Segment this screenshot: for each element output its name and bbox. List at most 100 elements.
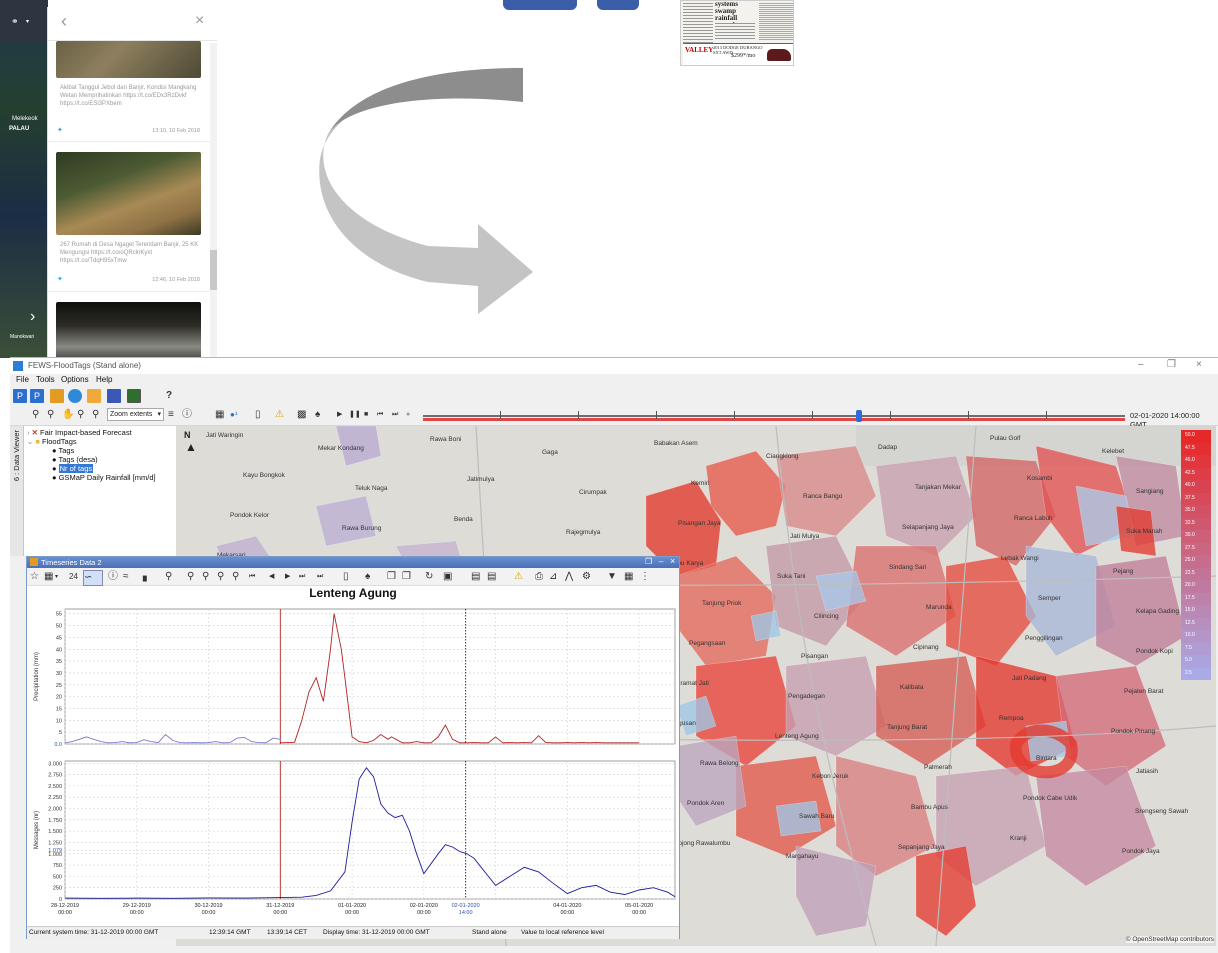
stop-icon[interactable]: ■ [364, 408, 368, 422]
info-icon[interactable]: ⓘ [108, 570, 118, 584]
legend-entry: 20.0 [1181, 580, 1211, 593]
close-icon[interactable]: × [195, 12, 204, 30]
timeseries-dialog[interactable]: Timeseries Data 2 ❐ – × ☆ ▦ ▾ 24 ∽ ⓘ ≈ ▗… [26, 556, 680, 939]
tree-node[interactable]: › ✕ Fair Impact-based Forecast [27, 428, 132, 437]
zoom-previous-icon[interactable]: ⚲ [77, 408, 84, 422]
image-icon[interactable]: ▦ [624, 570, 633, 584]
timeseries-chart[interactable]: 55 50 45 40 35 30 25 20 15 10 5 0.0 Precipitation (m… [27, 601, 679, 926]
next-block-icon[interactable]: ⏭ [299, 570, 305, 584]
step-value[interactable]: 24 [69, 570, 78, 584]
grid-icon[interactable]: ▦ [44, 570, 53, 584]
warning-icon[interactable]: ⚠ [514, 570, 523, 584]
display-icon[interactable]: ▯ [343, 570, 349, 584]
first-icon[interactable]: ⏮ [249, 570, 255, 584]
menu-file[interactable]: File [16, 375, 29, 384]
globe-icon[interactable] [68, 389, 82, 403]
tree-node-selected[interactable]: ● Nr of tags [52, 464, 94, 473]
chart-tool-icon[interactable] [50, 389, 64, 403]
tree-node[interactable]: ● Tags [52, 446, 74, 455]
person-icon[interactable]: ⚭ [11, 16, 19, 27]
filter-icon[interactable]: ▼ [607, 570, 617, 584]
star-icon[interactable]: ☆ [30, 570, 39, 584]
chevron-down-icon[interactable]: ▾ [26, 18, 29, 25]
chevron-right-icon[interactable]: › [30, 308, 35, 326]
save-all-icon[interactable]: ▤ [487, 570, 496, 584]
settings-icon[interactable]: ⚙ [582, 570, 591, 584]
warning-icon[interactable]: ⚠ [275, 408, 284, 422]
minimize-icon[interactable]: – [659, 557, 663, 566]
zoom-next-icon[interactable]: ⚲ [92, 408, 99, 422]
graph-tool-icon[interactable] [107, 389, 121, 403]
person-icon[interactable]: ♠ [365, 570, 370, 584]
tweet-image[interactable] [56, 302, 201, 358]
close-icon[interactable]: × [1196, 359, 1202, 370]
zoom-in-icon[interactable]: ⚲ [32, 408, 39, 422]
play-icon[interactable]: ▶ [337, 408, 342, 422]
paste-icon[interactable]: ❐ [402, 570, 411, 584]
zoom-extent-icon[interactable]: ⚲ [202, 570, 209, 584]
tweet-image[interactable] [56, 41, 201, 78]
scrollbar-track[interactable] [210, 43, 217, 358]
tree-node[interactable]: ⌄ ■ FloodTags [27, 437, 77, 446]
p-button-icon[interactable]: P [13, 389, 27, 403]
edit-chart-icon[interactable]: ⊿ [549, 570, 557, 584]
step-back-icon[interactable]: ⏮ [377, 408, 383, 422]
time-slider-track[interactable] [423, 415, 1125, 417]
next-icon[interactable]: ▶ [285, 570, 290, 584]
back-arrow-icon[interactable]: ‹ [61, 11, 67, 32]
menu-options[interactable]: Options [61, 375, 89, 384]
compare-icon[interactable]: ≈ [123, 570, 129, 584]
person-icon[interactable]: ♠ [315, 408, 320, 422]
pause-icon[interactable]: ❚❚ [349, 408, 361, 422]
scrollbar-thumb[interactable] [210, 250, 217, 290]
close-icon[interactable]: × [670, 556, 675, 566]
map-attribution[interactable]: © OpenStreetMap contributors [1125, 936, 1214, 943]
print-icon[interactable]: ⎙ [535, 570, 543, 584]
more-icon[interactable]: ⋮ [640, 570, 650, 584]
bar-icon[interactable]: ▗ [139, 570, 147, 584]
step-forward-icon[interactable]: ⏭ [392, 408, 398, 422]
import-icon[interactable] [87, 389, 101, 403]
layers-icon[interactable]: ≡ [168, 408, 174, 422]
data-viewer-side-tab[interactable]: 6 : Data Viewer [10, 426, 24, 556]
zoom-out-icon[interactable]: ⚲ [47, 408, 54, 422]
help-button[interactable]: ? [166, 389, 172, 403]
pan-hand-icon[interactable]: ✋ [62, 408, 74, 422]
zoom-extents-select[interactable]: Zoom extents ▾ [107, 408, 164, 421]
dialog-titlebar[interactable]: Timeseries Data 2 ❐ – × [27, 556, 679, 568]
lock-icon[interactable]: ▣ [443, 570, 452, 584]
p-button-icon[interactable]: P [30, 389, 44, 403]
tree-node[interactable]: ● Tags (desa) [52, 455, 98, 464]
previous-icon[interactable]: ◀ [269, 570, 274, 584]
chevron-down-icon[interactable]: ▾ [55, 570, 58, 584]
table-icon[interactable]: ▦ [215, 408, 224, 422]
y-tick-label: 250 [53, 886, 62, 892]
forecast-icon[interactable]: ●¹ [230, 408, 238, 422]
last-icon[interactable]: ⏭ [317, 570, 323, 584]
menu-help[interactable]: Help [96, 375, 112, 384]
tree-node[interactable]: ● GSMaP Daily Rainfall [mm/d] [52, 473, 156, 482]
map-tool-icon[interactable] [127, 389, 141, 403]
info-icon[interactable]: ⓘ [182, 408, 192, 422]
statistics-icon[interactable]: ⋀ [565, 570, 573, 584]
place-label: Rempoa [999, 715, 1024, 722]
copy-icon[interactable]: ❐ [387, 570, 396, 584]
time-slider-thumb[interactable] [856, 410, 862, 422]
zoom-out-icon[interactable]: ⚲ [187, 570, 194, 584]
expand-icon[interactable]: › [27, 428, 30, 437]
zoom-in-icon[interactable]: ⚲ [165, 570, 172, 584]
restore-icon[interactable]: ❐ [1167, 359, 1176, 370]
restore-icon[interactable]: ❐ [645, 557, 652, 566]
zoom-next-icon[interactable]: ⚲ [232, 570, 239, 584]
refresh-icon[interactable]: ↻ [425, 570, 433, 584]
zoom-previous-icon[interactable]: ⚲ [217, 570, 224, 584]
save-icon[interactable]: ▤ [471, 570, 480, 584]
screen-icon[interactable]: ▩ [297, 408, 306, 422]
record-icon[interactable]: ● [406, 408, 410, 422]
line-chart-icon[interactable]: ∽ [83, 570, 103, 586]
display-icon[interactable]: ▯ [255, 408, 261, 422]
menu-tools[interactable]: Tools [36, 375, 55, 384]
collapse-icon[interactable]: ⌄ [27, 437, 33, 446]
tweet-image[interactable] [56, 152, 201, 235]
minimize-icon[interactable]: – [1138, 359, 1144, 370]
